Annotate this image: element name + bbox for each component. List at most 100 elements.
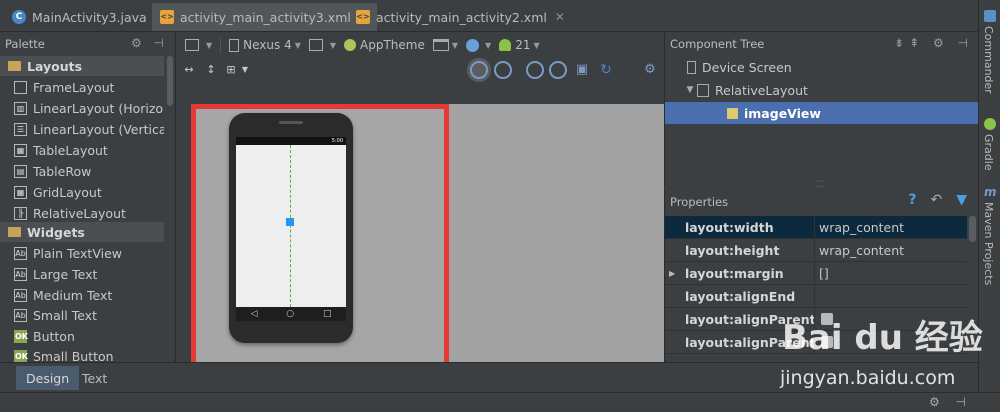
property-value[interactable] <box>815 285 967 307</box>
toolbar-divider <box>220 37 222 53</box>
status-settings-icon[interactable]: ⚙ ⊣ <box>929 395 972 409</box>
fill-width-icon[interactable]: ↔ <box>181 62 197 78</box>
orientation-menu[interactable]: ▼ <box>308 39 337 51</box>
component-tree-title: Component Tree <box>670 37 765 51</box>
palette-item-tablerow[interactable]: ▤ TableRow <box>0 161 164 181</box>
theme-menu[interactable]: AppTheme <box>344 38 425 52</box>
palette-item-tablelayout[interactable]: ▦ TableLayout <box>0 140 164 160</box>
scrollbar-thumb[interactable] <box>167 56 173 106</box>
folder-icon <box>8 227 21 237</box>
zoom-to-fit-icon[interactable] <box>470 61 488 79</box>
property-value-text: wrap_content <box>819 219 905 235</box>
component-tree-header: Component Tree ⇟⇞ ⚙ ⊣ <box>665 32 979 56</box>
palette-item-button[interactable]: OK Button <box>0 326 164 346</box>
property-value-text: wrap_content <box>819 242 905 258</box>
orientation-icon <box>308 39 323 51</box>
commander-icon[interactable] <box>984 10 996 22</box>
tree-node-relativelayout[interactable]: ▼ RelativeLayout <box>665 79 979 101</box>
layout-variant-menu[interactable]: ▼ <box>185 39 212 51</box>
tree-node-label: Device Screen <box>702 59 792 75</box>
property-name-text: layout:margin <box>685 265 784 281</box>
zoom-actual-size-icon[interactable] <box>494 61 512 79</box>
tab-activity-main-activity2-xml[interactable]: <> activity_main_activity2.xml ✕ <box>348 3 573 31</box>
tree-tools-icon[interactable]: ⇟⇞ ⚙ ⊣ <box>894 36 973 50</box>
status-bar: 5:00 <box>236 137 346 145</box>
tool-window-gradle[interactable]: Gradle <box>982 134 995 171</box>
undo-icon[interactable]: ↶ <box>930 192 942 208</box>
palette-item-plain-textview[interactable]: Ab Plain TextView <box>0 243 164 263</box>
tab-main-activity3-java[interactable]: C MainActivity3.java ✕ <box>4 3 173 31</box>
help-icon[interactable]: ? <box>908 192 916 208</box>
image-view-widget[interactable] <box>286 218 294 226</box>
screenshot-icon[interactable]: ▣ <box>574 62 590 78</box>
refresh-icon[interactable]: ↻ <box>598 62 614 78</box>
property-row-layout-height[interactable]: layout:height wrap_content <box>665 239 967 262</box>
tool-window-commander[interactable]: Commander <box>982 26 995 94</box>
property-row-layout-margin[interactable]: ▶ layout:margin [] <box>665 262 967 285</box>
table-layout-icon: ▦ <box>14 143 27 157</box>
component-tree-panel: Component Tree ⇟⇞ ⚙ ⊣ Device Screen ▼ Re… <box>664 32 979 188</box>
property-value[interactable]: wrap_content <box>815 239 967 261</box>
api-level-menu[interactable]: 21 ▼ <box>499 38 540 52</box>
expand-arrow-icon[interactable]: ▶ <box>669 269 675 278</box>
tree-node-imageview[interactable]: imageView <box>665 102 979 124</box>
property-row-layout-width[interactable]: layout:width wrap_content <box>665 216 967 239</box>
zoom-in-icon[interactable] <box>526 61 544 79</box>
palette-item-gridlayout[interactable]: ▦ GridLayout <box>0 182 164 202</box>
tree-node-device-screen[interactable]: Device Screen <box>665 56 979 78</box>
fill-height-icon[interactable]: ↕ <box>203 62 219 78</box>
palette-item-linearlayout-vertical[interactable]: ☰ LinearLayout (Vertical) <box>0 119 164 139</box>
chevron-down-icon: ▼ <box>485 40 492 50</box>
palette-item-large-text[interactable]: Ab Large Text <box>0 264 164 284</box>
palette-header: Palette ⚙ ⊣ <box>0 32 176 56</box>
palette-scrollbar[interactable] <box>166 56 174 362</box>
property-value[interactable]: wrap_content <box>815 216 967 238</box>
zoom-out-icon[interactable] <box>549 61 567 79</box>
gear-icon[interactable]: ⚙ <box>642 62 658 78</box>
java-class-icon: C <box>12 10 26 24</box>
device-screen[interactable]: 5:00 <box>236 137 346 307</box>
tool-window-maven-projects[interactable]: Maven Projects <box>982 202 995 285</box>
close-icon[interactable]: ✕ <box>555 10 565 24</box>
filter-icon[interactable]: ▼ <box>956 192 967 208</box>
palette-group-widgets[interactable]: Widgets <box>0 222 164 242</box>
maven-icon[interactable]: m <box>984 186 997 198</box>
chevron-down-icon: ▼ <box>329 40 337 50</box>
scrollbar-thumb[interactable] <box>969 216 976 242</box>
activity-menu[interactable]: ▼ <box>432 39 458 51</box>
chevron-down-icon[interactable]: ▼ <box>237 62 253 78</box>
chevron-down-icon: ▼ <box>533 40 540 50</box>
design-canvas[interactable] <box>449 104 664 362</box>
palette-item-small-text[interactable]: Ab Small Text <box>0 305 164 325</box>
palette-title: Palette <box>5 37 45 51</box>
expand-arrow-icon[interactable]: ▼ <box>683 85 697 95</box>
tab-design[interactable]: Design <box>16 366 80 390</box>
button-widget-icon: OK <box>14 349 28 363</box>
tab-label: MainActivity3.java <box>32 9 147 25</box>
relative-layout-icon <box>697 83 709 97</box>
design-canvas-selection[interactable]: 5:00 ◁ ○ □ <box>191 104 449 362</box>
item-label: Medium Text <box>33 287 113 303</box>
locale-menu[interactable]: ▼ <box>466 38 492 52</box>
gradle-icon[interactable] <box>984 118 996 130</box>
text-view-icon: Ab <box>14 267 27 281</box>
palette-item-linearlayout-horizontal[interactable]: ▥ LinearLayout (Horizontal) <box>0 98 164 118</box>
palette-item-framelayout[interactable]: FrameLayout <box>0 77 164 97</box>
tab-activity-main-activity3-xml[interactable]: <> activity_main_activity3.xml ✕ <box>152 3 377 31</box>
item-label: Plain TextView <box>33 245 122 261</box>
palette-settings-icon[interactable]: ⚙ ⊣ <box>131 36 168 50</box>
tab-text[interactable]: Text <box>72 366 117 390</box>
folder-icon <box>8 61 21 71</box>
property-row-layout-alignend[interactable]: layout:alignEnd <box>665 285 967 308</box>
device-menu[interactable]: Nexus 4 ▼ <box>229 38 301 52</box>
chevron-down-icon: ▼ <box>294 40 301 50</box>
palette-group-layouts[interactable]: Layouts <box>0 56 164 76</box>
panel-splitter[interactable]: ⁚⁚⁚ <box>664 180 978 190</box>
property-name-text: layout:height <box>685 242 780 258</box>
linear-vertical-icon: ☰ <box>14 122 27 136</box>
property-value[interactable]: [] <box>815 262 967 284</box>
palette-item-medium-text[interactable]: Ab Medium Text <box>0 285 164 305</box>
palette-item-relativelayout[interactable]: ╠ RelativeLayout <box>0 203 164 223</box>
theme-icon <box>344 39 357 51</box>
text-view-icon: Ab <box>14 308 27 322</box>
